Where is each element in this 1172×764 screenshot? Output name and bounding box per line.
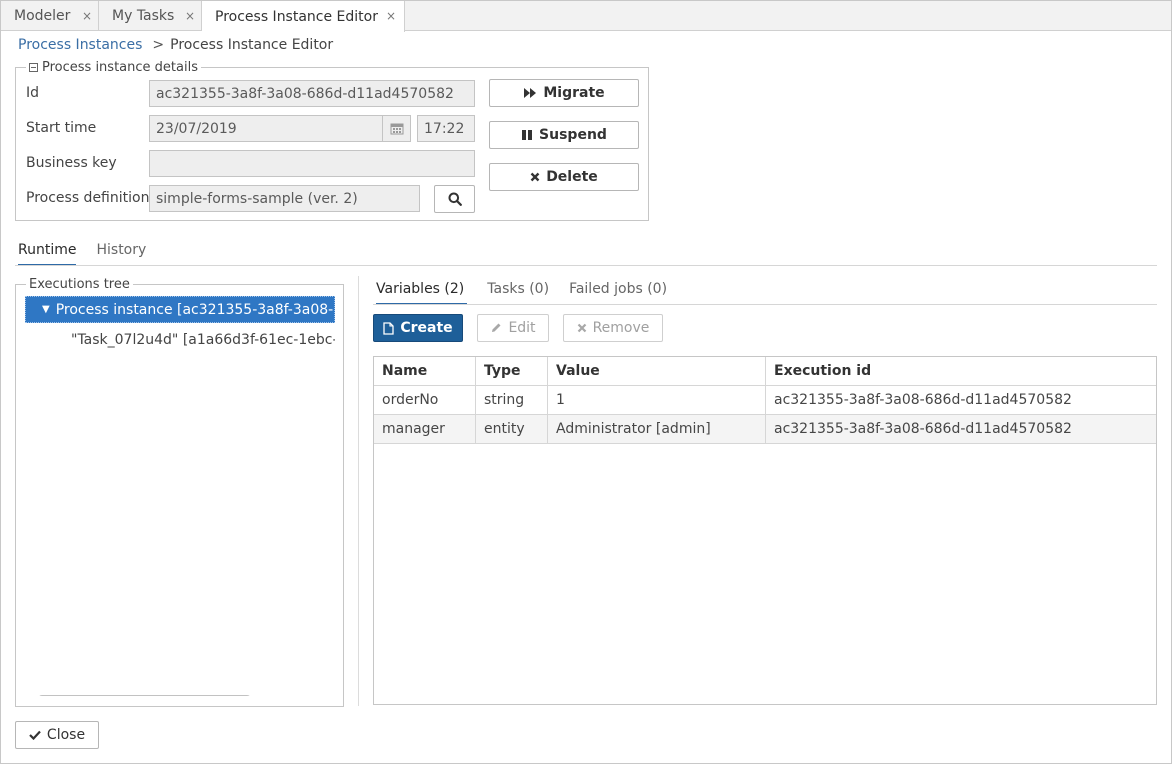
- tab-label: Modeler: [14, 8, 71, 24]
- migrate-label: Migrate: [543, 85, 605, 101]
- detail-tabs-divider: [373, 304, 1157, 305]
- cell-name: manager: [374, 415, 476, 443]
- tab-bar: Modeler × My Tasks × Process Instance Ed…: [1, 1, 1171, 32]
- column-header-name[interactable]: Name: [374, 357, 476, 385]
- process-definition-field[interactable]: simple-forms-sample (ver. 2): [149, 185, 420, 212]
- id-field[interactable]: ac321355-3a8f-3a08-686d-d11ad4570582: [149, 80, 475, 107]
- fast-forward-icon: [524, 88, 537, 98]
- tab-modeler[interactable]: Modeler ×: [1, 1, 99, 31]
- close-label: Close: [46, 727, 86, 743]
- tab-process-instance-editor[interactable]: Process Instance Editor ×: [202, 1, 405, 32]
- process-definition-label: Process definition: [26, 190, 150, 206]
- calendar-icon[interactable]: [382, 116, 410, 141]
- search-icon: [448, 192, 462, 206]
- tree-item-task[interactable]: "Task_07l2u4d" [a1a66d3f-61ec-1ebc-c0b: [71, 332, 335, 348]
- create-label: Create: [400, 320, 453, 336]
- migrate-button[interactable]: Migrate: [489, 79, 639, 107]
- tab-failed-jobs[interactable]: Failed jobs (0): [569, 281, 667, 305]
- tab-label: My Tasks: [112, 8, 175, 24]
- executions-tree: ▼ Process instance [ac321355-3a8f-3a08-6…: [25, 296, 335, 696]
- splitter[interactable]: [358, 276, 359, 706]
- variables-table: Name Type Value Execution id orderNo str…: [373, 356, 1157, 705]
- remove-label: Remove: [592, 320, 650, 336]
- close-icon[interactable]: ×: [386, 9, 396, 23]
- start-date-value: 23/07/2019: [156, 120, 237, 137]
- breadcrumb: Process Instances > Process Instance Edi…: [18, 37, 333, 53]
- business-key-label: Business key: [26, 155, 117, 171]
- cell-value: Administrator [admin]: [548, 415, 766, 443]
- start-date-field[interactable]: 23/07/2019: [149, 115, 411, 142]
- column-header-value[interactable]: Value: [548, 357, 766, 385]
- check-icon: [29, 730, 41, 740]
- breadcrumb-separator: >: [152, 37, 165, 53]
- process-definition-value: simple-forms-sample (ver. 2): [156, 190, 358, 207]
- column-header-execution-id[interactable]: Execution id: [766, 357, 1156, 385]
- suspend-label: Suspend: [539, 127, 607, 143]
- tab-label: Process Instance Editor: [215, 8, 378, 25]
- close-icon[interactable]: ×: [82, 9, 92, 23]
- suspend-button[interactable]: Suspend: [489, 121, 639, 149]
- id-label: Id: [26, 85, 40, 101]
- tabs-divider: [15, 265, 1157, 266]
- edit-label: Edit: [508, 320, 536, 336]
- breadcrumb-process-instances-link[interactable]: Process Instances: [18, 37, 142, 53]
- cell-type: entity: [476, 415, 548, 443]
- start-time-field[interactable]: 17:22: [417, 115, 475, 142]
- close-icon[interactable]: ×: [185, 9, 195, 23]
- table-row[interactable]: orderNo string 1 ac321355-3a8f-3a08-686d…: [374, 386, 1156, 415]
- times-icon: [530, 172, 540, 182]
- lookup-definition-button[interactable]: [434, 185, 475, 213]
- tab-tasks[interactable]: Tasks (0): [487, 281, 549, 305]
- times-icon: [577, 323, 586, 333]
- panel-title: Process instance details: [42, 60, 198, 75]
- cell-value: 1: [548, 386, 766, 414]
- panel-legend: Process instance details: [26, 60, 201, 75]
- table-row[interactable]: manager entity Administrator [admin] ac3…: [374, 415, 1156, 444]
- start-time-value: 17:22: [424, 120, 465, 137]
- pause-icon: [522, 130, 533, 140]
- tab-runtime[interactable]: Runtime: [18, 242, 77, 266]
- runtime-tabs: Runtime History: [18, 242, 166, 266]
- close-button[interactable]: Close: [15, 721, 99, 749]
- column-header-type[interactable]: Type: [476, 357, 548, 385]
- business-key-field[interactable]: [149, 150, 475, 177]
- remove-button[interactable]: Remove: [563, 314, 663, 342]
- file-icon: [383, 321, 394, 335]
- edit-button[interactable]: Edit: [477, 314, 549, 342]
- tree-item-process-instance[interactable]: ▼ Process instance [ac321355-3a8f-3a08-6…: [25, 296, 335, 323]
- tree-item-label: "Task_07l2u4d" [a1a66d3f-61ec-1ebc-c0b: [71, 332, 335, 348]
- caret-down-icon[interactable]: ▼: [42, 304, 50, 315]
- breadcrumb-current: Process Instance Editor: [170, 37, 334, 53]
- tab-my-tasks[interactable]: My Tasks ×: [99, 1, 202, 31]
- process-instance-details-panel: Process instance details Id ac321355-3a8…: [15, 60, 649, 221]
- cell-type: string: [476, 386, 548, 414]
- create-button[interactable]: Create: [373, 314, 463, 342]
- delete-label: Delete: [546, 169, 598, 185]
- tab-history[interactable]: History: [96, 242, 146, 266]
- executions-tree-legend: Executions tree: [26, 277, 133, 292]
- cell-execution-id: ac321355-3a8f-3a08-686d-d11ad4570582: [774, 421, 1072, 437]
- cell-name: orderNo: [374, 386, 476, 414]
- tab-variables[interactable]: Variables (2): [376, 281, 468, 305]
- id-value: ac321355-3a8f-3a08-686d-d11ad4570582: [156, 85, 454, 102]
- horizontal-scrollbar[interactable]: [38, 695, 251, 696]
- collapse-icon[interactable]: [29, 63, 38, 72]
- tree-item-label: Process instance [ac321355-3a8f-3a08-686…: [55, 301, 334, 318]
- table-header: Name Type Value Execution id: [374, 357, 1156, 386]
- delete-button[interactable]: Delete: [489, 163, 639, 191]
- start-time-label: Start time: [26, 120, 97, 136]
- detail-tabs: Variables (2) Tasks (0) Failed jobs (0): [376, 281, 687, 305]
- pencil-icon: [492, 323, 501, 332]
- executions-tree-panel: Executions tree ▼ Process instance [ac32…: [15, 277, 344, 707]
- cell-execution-id: ac321355-3a8f-3a08-686d-d11ad4570582: [774, 392, 1072, 408]
